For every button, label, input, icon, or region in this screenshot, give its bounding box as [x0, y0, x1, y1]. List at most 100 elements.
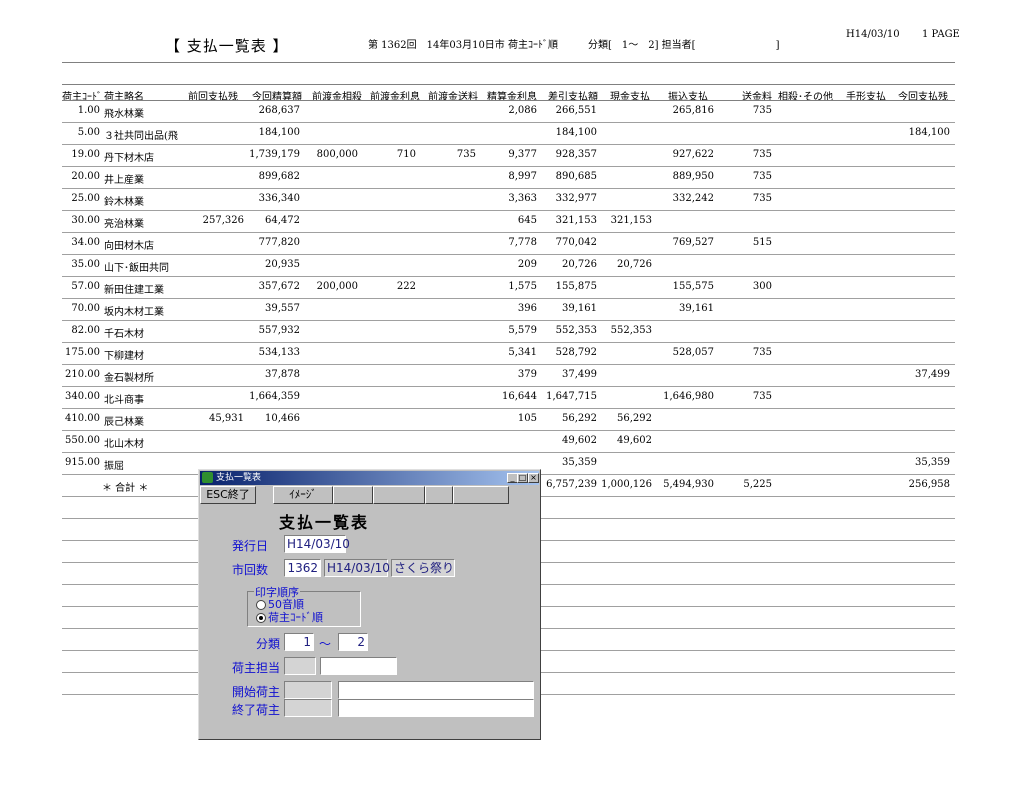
owner-name: 飛水林業: [104, 109, 144, 120]
cell-fee: 735: [752, 391, 772, 402]
cell-curr: 268,637: [258, 105, 300, 116]
category-label: 分類: [256, 637, 281, 651]
cell-net: 890,685: [555, 171, 597, 182]
cell-cash: 49,602: [617, 435, 652, 446]
total-label: ＊ 合計 ＊: [102, 483, 149, 494]
cell-cash: 552,353: [610, 325, 652, 336]
category-from-field[interactable]: 1: [284, 633, 314, 651]
owner-name: 北斗商事: [104, 395, 144, 406]
cell-net: 37,499: [562, 369, 597, 380]
cell-curr: 184,100: [258, 127, 300, 138]
owner-code: 35.00: [71, 259, 100, 270]
cell-curr: 1,664,359: [249, 391, 300, 402]
cell-net: 770,042: [555, 237, 597, 248]
toolbar-empty-button-2[interactable]: [373, 486, 425, 504]
table-row: 30.00 亮治林業 257,326 64,472 645 321,153 321,153: [0, 211, 1021, 233]
page-number: 1 PAGE: [922, 29, 960, 40]
owner-code: 1.00: [77, 105, 100, 116]
cell-net: 332,977: [555, 193, 597, 204]
owner-name: 辰己林業: [104, 417, 144, 428]
owner-name: 北山木材: [104, 439, 144, 450]
issue-date-field[interactable]: H14/03/10: [284, 535, 350, 553]
table-row: 19.00 丹下材木店 1,739,179 800,000 710 735 9,377 928…: [0, 145, 1021, 167]
start-owner-label: 開始荷主: [232, 685, 281, 699]
radio-on-icon: [256, 613, 266, 623]
end-owner-code-field[interactable]: [284, 699, 332, 717]
owner-name: 新田住建工業: [104, 285, 164, 296]
owner-code: 5.00: [77, 127, 100, 138]
owner-code: 915.00: [65, 457, 100, 468]
start-owner-code-field[interactable]: [284, 681, 332, 699]
cell-net: 1,647,715: [546, 391, 597, 402]
owner-code: 25.00: [71, 193, 100, 204]
owner-name: 下柳建材: [104, 351, 144, 362]
maximize-button[interactable]: □: [517, 473, 528, 483]
toolbar-empty-button-3[interactable]: [425, 486, 453, 504]
owner-name: ３社共同出品(飛: [104, 131, 178, 142]
print-order-group: 印字順序 50音順 荷主ｺｰﾄﾞ順: [247, 584, 361, 627]
cell-net: 39,161: [562, 303, 597, 314]
close-button[interactable]: ×: [528, 473, 539, 483]
top-rule: [62, 62, 955, 63]
cell-curr: 336,340: [258, 193, 300, 204]
image-button[interactable]: ｲﾒｰｼﾞ: [273, 486, 333, 504]
market-date-field: H14/03/10: [324, 559, 390, 577]
cell-curr: 899,682: [258, 171, 300, 182]
cell-curr: 777,820: [258, 237, 300, 248]
table-row: 175.00 下柳建材 534,133 5,341 528,792 528,057 735: [0, 343, 1021, 365]
owner-name: 井上産業: [104, 175, 144, 186]
esc-exit-button[interactable]: ESC終了: [200, 486, 256, 504]
cell-fee: 735: [752, 149, 772, 160]
cell-bal: 37,499: [915, 369, 950, 380]
owner-code: 19.00: [71, 149, 100, 160]
owner-code: 210.00: [65, 369, 100, 380]
market-number-label: 市回数: [232, 563, 269, 577]
cell-advint: 222: [396, 281, 416, 292]
app-icon: [202, 472, 213, 483]
table-row: 25.00 鈴木林業 336,340 3,363 332,977 332,242 735: [0, 189, 1021, 211]
cell-net: 184,100: [555, 127, 597, 138]
cell-curr: 39,557: [265, 303, 300, 314]
cell-bal: 35,359: [915, 457, 950, 468]
cell-cash: 56,292: [617, 413, 652, 424]
owner-code: 340.00: [65, 391, 100, 402]
start-owner-name-field: [338, 681, 534, 699]
issue-date-label: 発行日: [232, 539, 269, 553]
cell-net: 35,359: [562, 457, 597, 468]
table-row: 1.00 飛水林業 268,637 2,086 266,551 265,816 735: [0, 101, 1021, 123]
cell-curr: 534,133: [258, 347, 300, 358]
cell-fee: 515: [752, 237, 772, 248]
category-to-field[interactable]: 2: [338, 633, 368, 651]
end-owner-name-field: [338, 699, 534, 717]
table-row: 82.00 千石木材 557,932 5,579 552,353 552,353: [0, 321, 1021, 343]
market-number-field[interactable]: 1362: [284, 559, 321, 577]
table-row: 20.00 井上産業 899,682 8,997 890,685 889,950 735: [0, 167, 1021, 189]
table-row: 410.00 辰己林業 45,931 10,466 105 56,292 56,292: [0, 409, 1021, 431]
total-fee: 5,225: [743, 479, 772, 490]
owner-name: 山下･飯田共同: [104, 263, 169, 274]
cell-fee: 735: [752, 105, 772, 116]
dialog-heading: 支払一覧表: [279, 513, 370, 532]
owner-name: 金石製材所: [104, 373, 154, 384]
owner-staff-code-field[interactable]: [284, 657, 316, 675]
owner-code: 82.00: [71, 325, 100, 336]
owner-code: 30.00: [71, 215, 100, 226]
order-option-code[interactable]: 荷主ｺｰﾄﾞ順: [256, 609, 323, 625]
header-top-rule: [62, 84, 955, 85]
cell-advfee: 735: [456, 149, 476, 160]
report-date: H14/03/10: [846, 29, 900, 40]
toolbar-empty-button-4[interactable]: [453, 486, 509, 504]
cell-cash: 20,726: [617, 259, 652, 270]
cell-curr: 64,472: [265, 215, 300, 226]
cell-net: 528,792: [555, 347, 597, 358]
toolbar-empty-button-1[interactable]: [333, 486, 373, 504]
cell-bal: 184,100: [908, 127, 950, 138]
owner-name: 坂内木材工業: [104, 307, 164, 318]
owner-name: 向田材木店: [104, 241, 154, 252]
dialog-toolbar: ESC終了 ｲﾒｰｼﾞ: [200, 486, 539, 505]
cell-fee: 300: [752, 281, 772, 292]
cell-curr: 37,878: [265, 369, 300, 380]
dialog-titlebar[interactable]: 支払一覧表 _ □ ×: [200, 471, 539, 485]
owner-code: 175.00: [65, 347, 100, 358]
total-cash: 1,000,126: [601, 479, 652, 490]
